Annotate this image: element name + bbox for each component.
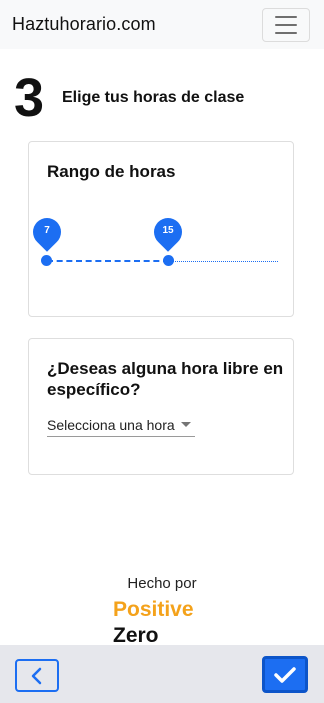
hamburger-menu-icon bbox=[275, 15, 297, 18]
slider-selected-track bbox=[47, 260, 169, 262]
free-hour-select[interactable]: Selecciona una hora bbox=[47, 413, 195, 437]
check-icon bbox=[274, 666, 296, 683]
hamburger-line bbox=[275, 31, 297, 34]
positive-zero-logo[interactable]: Positive Zero bbox=[113, 597, 194, 649]
slider-end-handle[interactable] bbox=[163, 255, 174, 266]
hour-range-card: Rango de horas 7 15 bbox=[27, 141, 295, 318]
slider-start-handle[interactable] bbox=[41, 255, 52, 266]
step-title: Elige tus horas de clase bbox=[62, 89, 245, 106]
caret-down-icon bbox=[181, 422, 191, 427]
back-button[interactable] bbox=[15, 659, 59, 692]
bottom-action-bar bbox=[0, 645, 324, 703]
logo-line-positive: Positive bbox=[113, 598, 194, 621]
slider-start-value: 7 bbox=[44, 225, 50, 236]
free-hour-question: ¿Deseas alguna hora libre en específico? bbox=[47, 359, 284, 399]
step-header: 3 Elige tus horas de clase bbox=[14, 70, 244, 126]
free-hour-select-value: Selecciona una hora bbox=[47, 416, 175, 433]
hour-range-slider[interactable]: 7 15 bbox=[27, 142, 295, 318]
step-number: 3 bbox=[14, 68, 45, 128]
free-hour-card: ¿Deseas alguna hora libre en específico?… bbox=[28, 338, 294, 475]
chevron-left-icon bbox=[31, 667, 42, 684]
slider-unselected-track bbox=[169, 261, 278, 262]
confirm-button[interactable] bbox=[262, 656, 308, 693]
made-by-label: Hecho por bbox=[127, 575, 197, 592]
top-navbar: Haztuhorario.com bbox=[0, 0, 324, 49]
slider-end-value: 15 bbox=[162, 225, 174, 236]
hamburger-line bbox=[275, 23, 297, 26]
menu-toggle-button[interactable] bbox=[262, 7, 310, 42]
brand-title[interactable]: Haztuhorario.com bbox=[12, 14, 156, 35]
